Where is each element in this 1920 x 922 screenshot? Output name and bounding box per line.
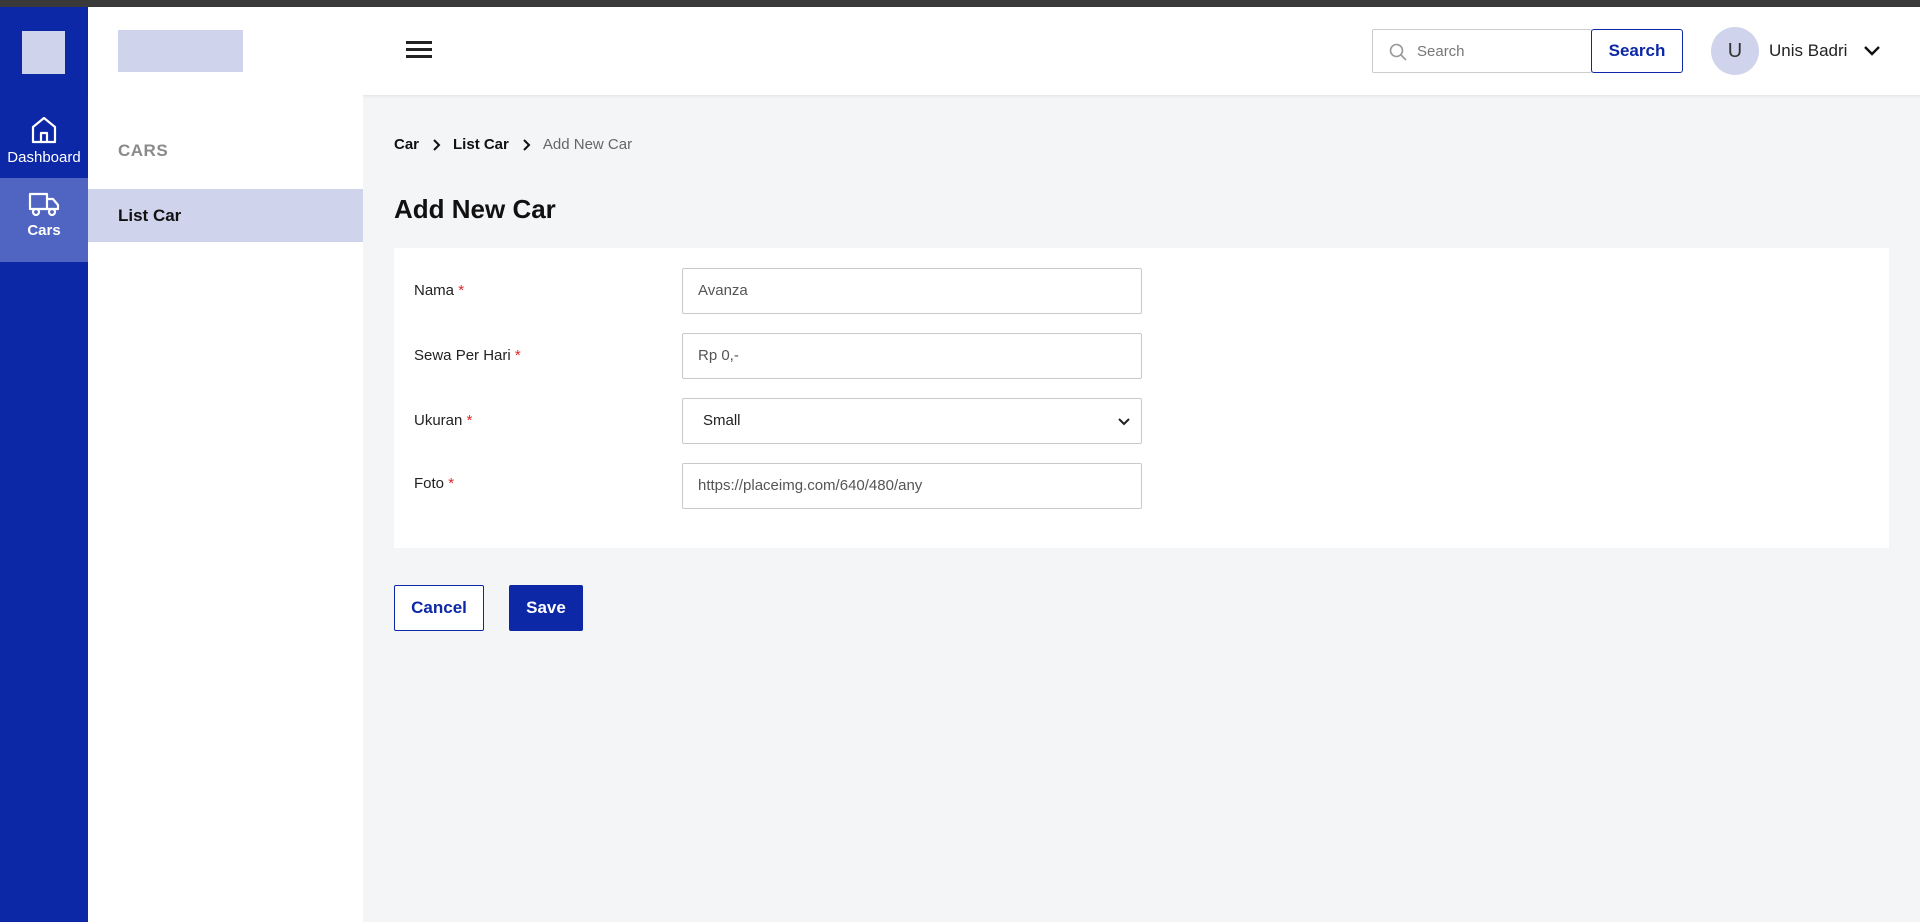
rail-logo [22,31,65,74]
form-row-foto: Foto * https://placeimg.com/640/480/any [414,463,1814,509]
form-row-sewa: Sewa Per Hari * Rp 0,- [414,333,1814,379]
form-row-nama: Nama * Avanza [414,268,1814,314]
top-header: Search U Unis Badri [88,7,1920,95]
foto-url-input[interactable]: https://placeimg.com/640/480/any [682,463,1142,509]
rail-item-label: Dashboard [7,149,81,166]
search-icon [1389,43,1407,61]
search-button[interactable]: Search [1591,29,1683,73]
breadcrumb-current: Add New Car [542,136,633,153]
search-box [1372,29,1592,73]
truck-icon [28,192,60,217]
sidebar-item-list-car[interactable]: List Car [88,189,363,242]
icon-rail: Dashboard Cars [0,7,88,922]
save-button[interactable]: Save [509,585,583,631]
chevron-down-icon [1118,418,1130,426]
rail-item-dashboard[interactable]: Dashboard [0,103,88,187]
hamburger-menu-icon[interactable] [404,37,434,63]
rail-item-cars[interactable]: Cars [0,178,88,262]
field-label: Nama * [414,282,465,299]
add-car-form: Nama * Avanza Sewa Per Hari * Rp 0,- Uku… [394,248,1889,548]
sewa-per-hari-input[interactable]: Rp 0,- [682,333,1142,379]
user-name[interactable]: Unis Badri [1769,41,1847,61]
page-title: Add New Car [394,194,556,224]
window-top-border [0,0,1920,7]
search-input[interactable] [1417,38,1587,64]
ukuran-select[interactable]: Small [682,398,1142,444]
breadcrumb-item-list-car[interactable]: List Car [453,136,509,153]
sidebar-section-title: CARS [118,141,169,160]
chevron-right-icon [431,138,441,151]
nama-input[interactable]: Avanza [682,268,1142,314]
form-row-ukuran: Ukuran * Small [414,398,1814,444]
chevron-down-icon[interactable] [1862,41,1882,61]
cancel-button[interactable]: Cancel [394,585,484,631]
home-icon [31,116,57,144]
field-label: Ukuran * [414,412,473,429]
avatar[interactable]: U [1711,27,1759,75]
field-label: Foto * [414,475,455,492]
rail-item-label: Cars [27,222,61,239]
breadcrumb-item-car[interactable]: Car [394,136,419,153]
brand-logo [118,30,243,72]
ukuran-selected-value: Small [703,412,741,429]
secondary-sidebar: CARS List Car [88,95,363,922]
breadcrumb: Car List Car Add New Car [394,136,632,153]
field-label: Sewa Per Hari * [414,347,521,364]
chevron-right-icon [521,138,531,151]
